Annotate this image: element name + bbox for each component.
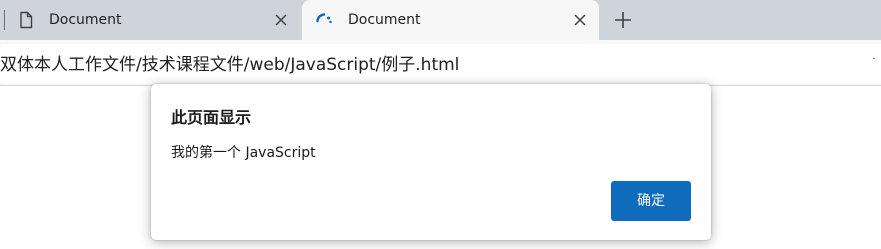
tab-document-active[interactable]: Document bbox=[302, 0, 599, 40]
address-bar: 双体本人工作文件/技术课程文件/web/JavaScript/例子.html ˙ bbox=[0, 40, 881, 86]
tab-strip: Document Document bbox=[0, 0, 881, 40]
tab-document-inactive[interactable]: Document bbox=[0, 0, 302, 40]
tab-title: Document bbox=[49, 12, 122, 28]
ok-button[interactable]: 确定 bbox=[611, 181, 691, 221]
close-icon[interactable] bbox=[571, 11, 589, 29]
dialog-message: 我的第一个 JavaScript bbox=[171, 145, 316, 161]
new-tab-plus-icon[interactable] bbox=[612, 9, 634, 31]
address-bar-edge-icon: ˙ bbox=[871, 56, 877, 70]
alert-dialog: 此页面显示 我的第一个 JavaScript 确定 bbox=[151, 84, 711, 240]
document-icon bbox=[16, 10, 36, 30]
close-icon[interactable] bbox=[272, 11, 290, 29]
tab-divider bbox=[4, 10, 5, 30]
tab-title: Document bbox=[348, 12, 421, 28]
loading-spinner-icon bbox=[314, 10, 334, 30]
url-text: 双体本人工作文件/技术课程文件/web/JavaScript/例子.html bbox=[0, 55, 460, 75]
dialog-title: 此页面显示 bbox=[171, 108, 252, 127]
url-field[interactable]: 双体本人工作文件/技术课程文件/web/JavaScript/例子.html ˙ bbox=[0, 44, 881, 84]
